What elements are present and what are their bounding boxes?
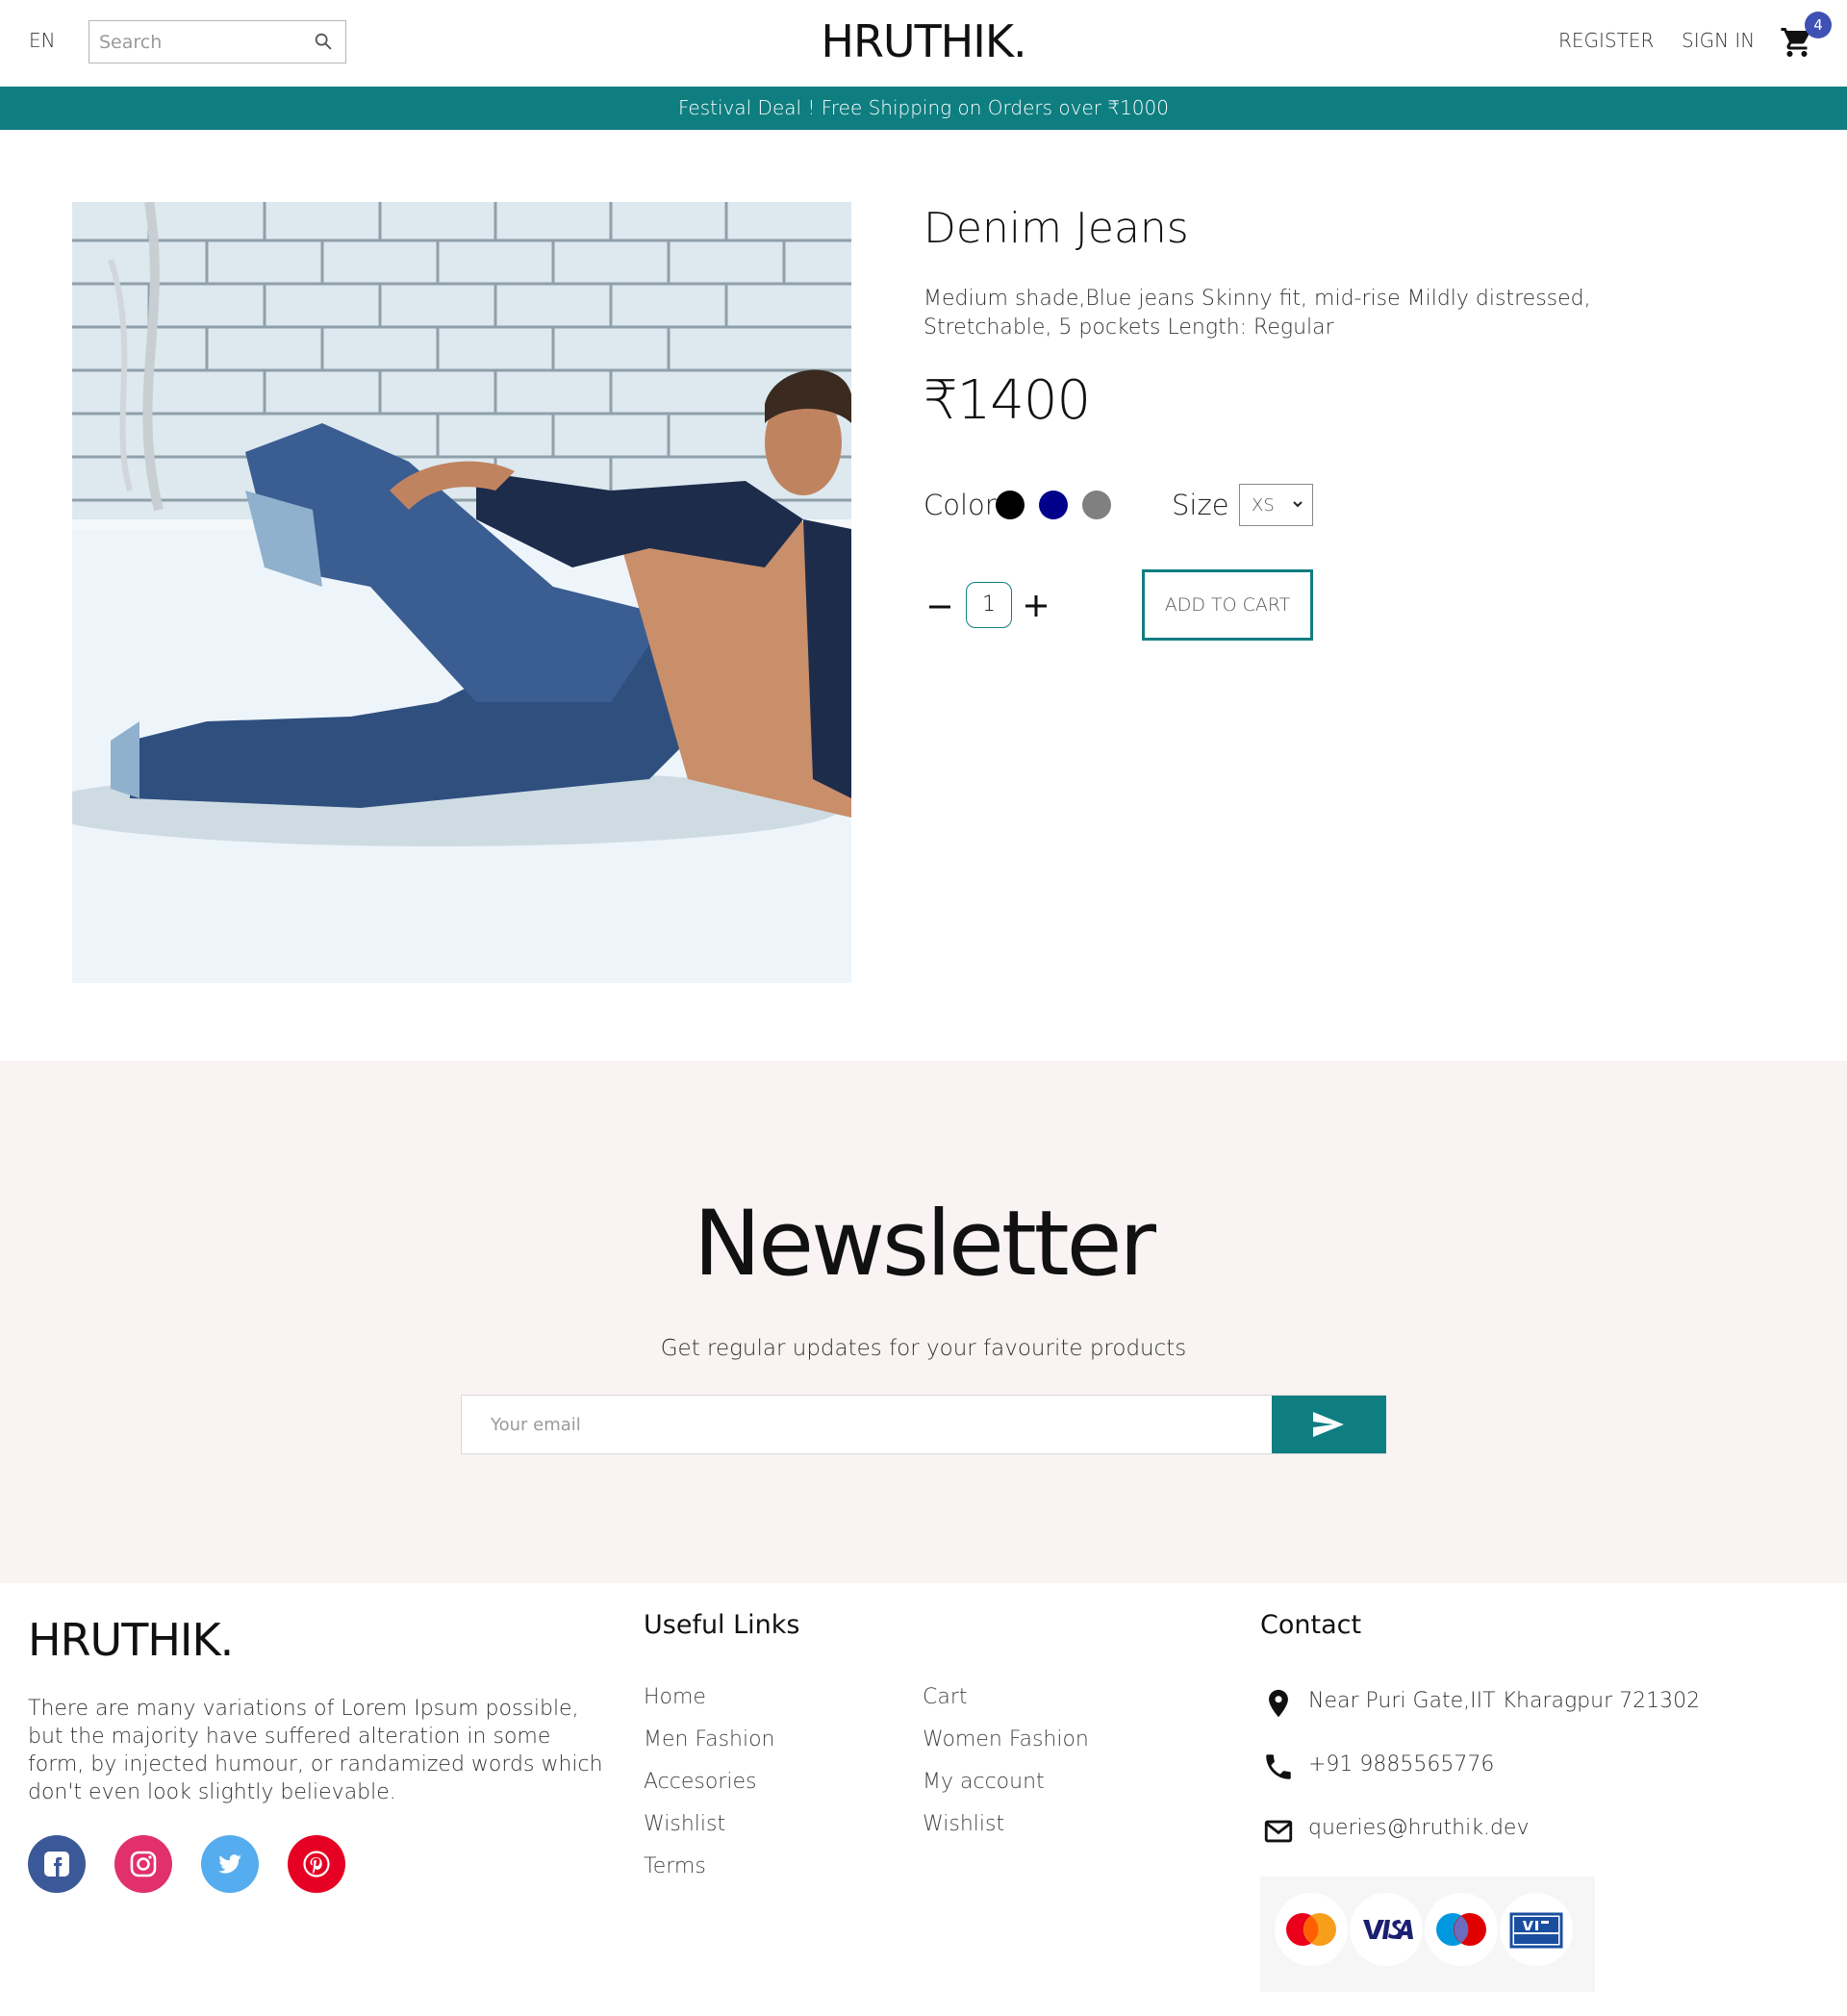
newsletter-send-button[interactable] xyxy=(1272,1396,1386,1453)
contact-address: Near Puri Gate,IIT Kharagpur 721302 xyxy=(1308,1689,1701,1713)
size-selected-value: XS xyxy=(1252,494,1275,516)
footer-about-text: There are many variations of Lorem Ipsum… xyxy=(28,1697,603,1804)
facebook-button[interactable] xyxy=(28,1835,86,1893)
newsletter-subtitle: Get regular updates for your favourite p… xyxy=(660,1336,1187,1361)
footer-link-women-fashion[interactable]: Women Fashion xyxy=(923,1727,1089,1751)
product-title: Denim Jeans xyxy=(924,204,1189,253)
color-swatch-black[interactable] xyxy=(996,491,1025,519)
newsletter-form xyxy=(461,1395,1386,1454)
size-label: Size xyxy=(1172,489,1229,521)
visa-electron-logo xyxy=(1500,1893,1573,1966)
footer-link-terms[interactable]: Terms xyxy=(644,1854,706,1878)
minus-icon[interactable] xyxy=(926,584,953,611)
footer-link-men-fashion[interactable]: Men Fashion xyxy=(644,1727,775,1751)
payment-methods xyxy=(1260,1877,1595,1992)
newsletter-section: Newsletter Get regular updates for your … xyxy=(0,1061,1847,1583)
newsletter-title: Newsletter xyxy=(693,1192,1156,1297)
footer-link-accessories[interactable]: Accesories xyxy=(644,1770,756,1794)
add-to-cart-button[interactable]: ADD TO CART xyxy=(1142,569,1313,641)
footer-link-wishlist[interactable]: Wishlist xyxy=(644,1812,725,1836)
twitter-button[interactable] xyxy=(201,1835,259,1893)
footer-logo[interactable]: HRUTHIK. xyxy=(28,1614,234,1666)
send-icon xyxy=(1313,1412,1344,1437)
twitter-icon xyxy=(218,1854,241,1874)
pinterest-icon xyxy=(303,1851,330,1877)
product-price: ₹1400 xyxy=(924,369,1091,432)
navbar: EN HRUTHIK. REGISTER SIGN IN 4 xyxy=(0,0,1847,87)
maestro-logo xyxy=(1425,1893,1498,1966)
useful-links-title: Useful Links xyxy=(644,1610,800,1640)
quantity-value[interactable]: 1 xyxy=(966,582,1012,628)
footer-link-my-account[interactable]: My account xyxy=(923,1770,1045,1794)
sign-in-link[interactable]: SIGN IN xyxy=(1682,29,1755,52)
contact-phone[interactable]: +91 9885565776 xyxy=(1308,1752,1494,1777)
footer-link-wishlist-2[interactable]: Wishlist xyxy=(923,1812,1004,1836)
register-link[interactable]: REGISTER xyxy=(1558,29,1654,52)
plus-icon[interactable] xyxy=(1023,592,1050,619)
cart-count-badge: 4 xyxy=(1805,12,1832,38)
color-swatch-gray[interactable] xyxy=(1082,491,1111,519)
product-image xyxy=(72,202,851,983)
mail-icon xyxy=(1264,1820,1293,1843)
color-label: Color xyxy=(924,489,997,521)
chevron-down-icon xyxy=(1293,501,1303,508)
color-swatch-darkblue[interactable] xyxy=(1039,491,1068,519)
size-select[interactable]: XS xyxy=(1239,484,1313,526)
instagram-button[interactable] xyxy=(114,1835,172,1893)
instagram-icon xyxy=(130,1851,157,1877)
pinterest-button[interactable] xyxy=(288,1835,345,1893)
visa-logo xyxy=(1350,1893,1423,1966)
contact-email[interactable]: queries@hruthik.dev xyxy=(1308,1816,1529,1840)
facebook-icon xyxy=(44,1852,69,1877)
mastercard-logo xyxy=(1275,1893,1348,1966)
announcement-bar: Festival Deal ! Free Shipping on Orders … xyxy=(0,87,1847,130)
footer-link-home[interactable]: Home xyxy=(644,1685,706,1709)
newsletter-email-input[interactable] xyxy=(462,1396,1270,1453)
contact-title: Contact xyxy=(1260,1610,1362,1640)
footer-link-cart[interactable]: Cart xyxy=(923,1685,968,1709)
location-pin-icon xyxy=(1269,1689,1288,1718)
product-description: Medium shade,Blue jeans Skinny fit, mid-… xyxy=(924,287,1591,340)
phone-icon xyxy=(1266,1754,1291,1779)
